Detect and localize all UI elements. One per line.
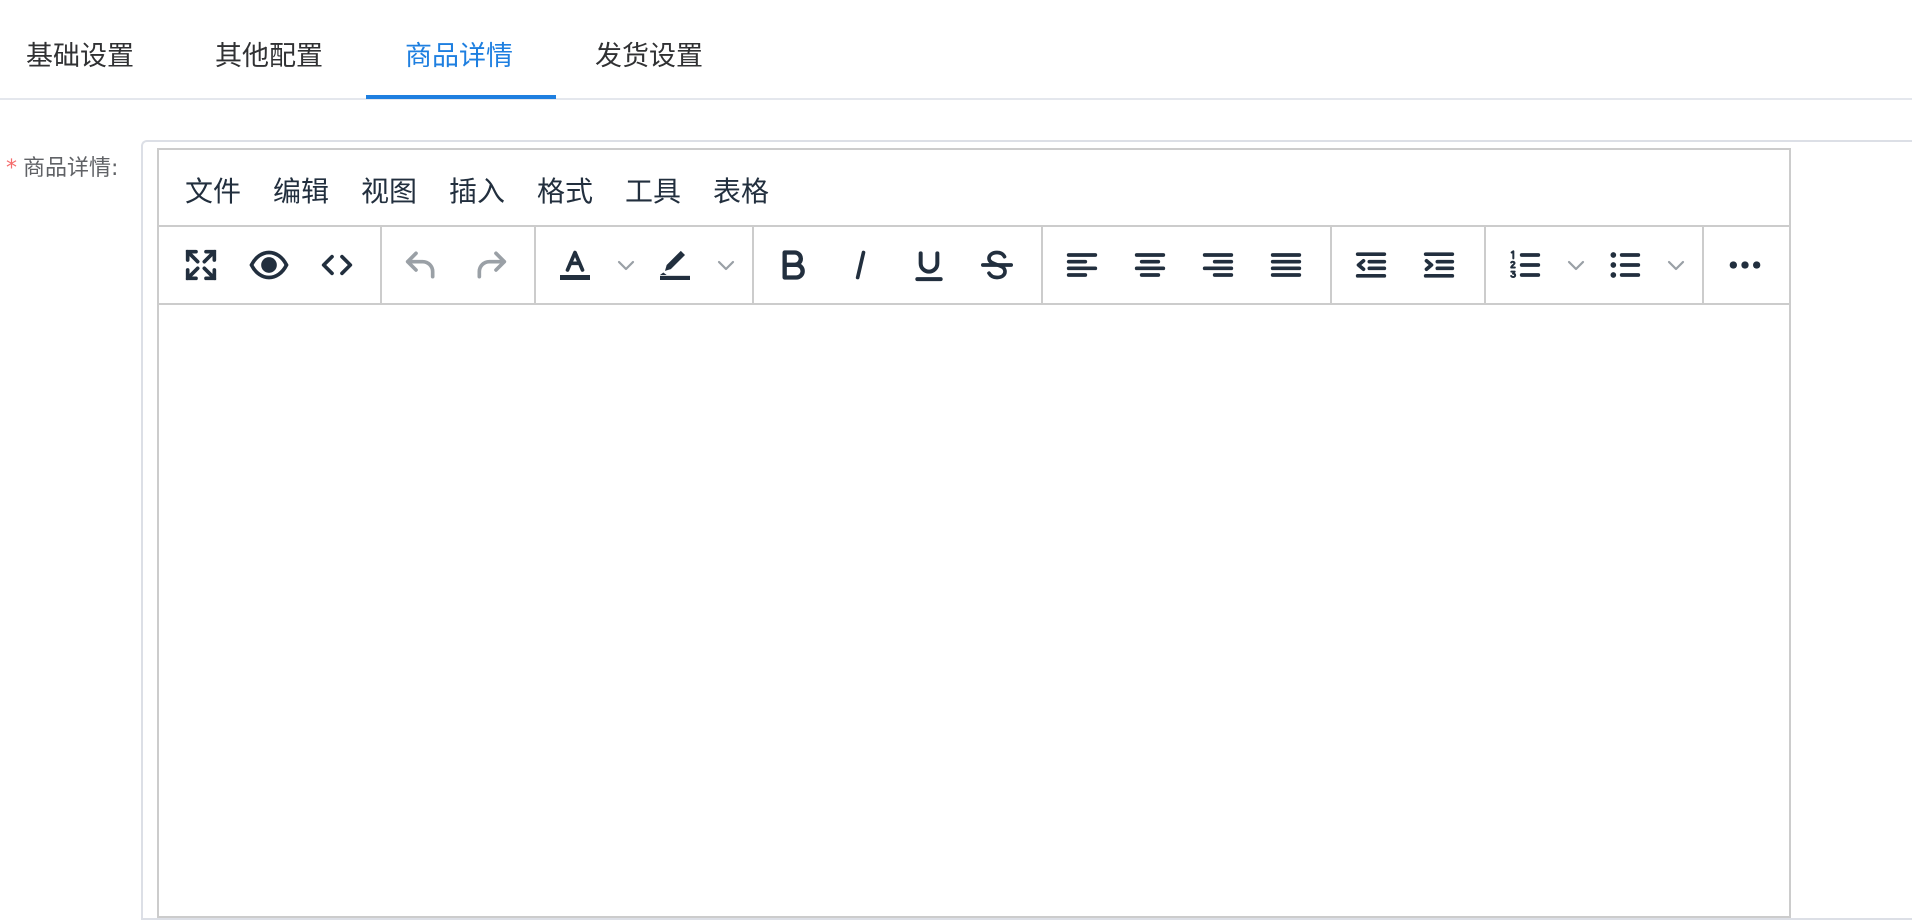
bullet-list-icon: [1610, 252, 1641, 278]
editor-toolbar: [159, 227, 1789, 305]
outdent-button[interactable]: [1345, 241, 1397, 289]
underline-button[interactable]: [903, 241, 955, 289]
code-icon: [321, 254, 353, 276]
menu-format[interactable]: 格式: [537, 170, 593, 210]
align-center-button[interactable]: [1124, 241, 1176, 289]
bold-button[interactable]: [767, 241, 819, 289]
redo-button[interactable]: [465, 241, 517, 289]
rich-text-editor: 文件 编辑 视图 插入 格式 工具 表格: [157, 148, 1791, 918]
highlight-color-button[interactable]: [649, 241, 701, 289]
fullscreen-button[interactable]: [175, 241, 227, 289]
chevron-down-icon: [1667, 260, 1685, 271]
strikethrough-button[interactable]: [971, 241, 1023, 289]
label-text: 商品详情:: [23, 156, 119, 181]
align-right-icon: [1202, 253, 1234, 277]
fullscreen-icon: [185, 249, 217, 281]
indent-icon: [1423, 252, 1455, 278]
editor-content-area[interactable]: [159, 305, 1789, 918]
highlight-color-dropdown[interactable]: [711, 249, 741, 281]
menu-edit[interactable]: 编辑: [273, 170, 329, 210]
redo-icon: [477, 251, 507, 279]
align-center-icon: [1134, 253, 1166, 277]
tab-product-details[interactable]: 商品详情: [405, 36, 513, 100]
toolbar-separator: [752, 227, 754, 303]
menu-table[interactable]: 表格: [713, 170, 769, 210]
align-justify-icon: [1270, 253, 1302, 277]
toolbar-separator: [534, 227, 536, 303]
bold-icon: [782, 250, 805, 280]
preview-button[interactable]: [243, 241, 295, 289]
tab-bar: 基础设置 其他配置 商品详情 发货设置: [0, 0, 1912, 100]
more-button[interactable]: [1719, 241, 1771, 289]
numbered-list-button[interactable]: [1499, 241, 1551, 289]
outdent-icon: [1355, 252, 1387, 278]
indent-button[interactable]: [1413, 241, 1465, 289]
strikethrough-icon: [981, 250, 1013, 280]
source-code-button[interactable]: [311, 241, 363, 289]
bullet-list-button[interactable]: [1599, 241, 1651, 289]
align-left-button[interactable]: [1056, 241, 1108, 289]
chevron-down-icon: [1567, 260, 1585, 271]
underline-icon: [915, 251, 943, 282]
undo-button[interactable]: [395, 241, 447, 289]
toolbar-separator: [1702, 227, 1704, 303]
numbered-list-icon: [1510, 250, 1541, 278]
align-right-button[interactable]: [1192, 241, 1244, 289]
chevron-down-icon: [717, 260, 735, 271]
tab-basic-settings[interactable]: 基础设置: [26, 36, 134, 100]
italic-button[interactable]: [835, 241, 887, 289]
tab-shipping-settings[interactable]: 发货设置: [595, 36, 703, 100]
numbered-list-dropdown[interactable]: [1561, 249, 1591, 281]
editor-menubar: 文件 编辑 视图 插入 格式 工具 表格: [159, 150, 1789, 227]
text-color-dropdown[interactable]: [611, 249, 641, 281]
undo-icon: [405, 251, 435, 279]
toolbar-separator: [1041, 227, 1043, 303]
align-left-icon: [1066, 253, 1098, 277]
menu-view[interactable]: 视图: [361, 170, 417, 210]
required-mark: *: [6, 156, 17, 181]
tab-other-config[interactable]: 其他配置: [215, 36, 323, 100]
active-tab-indicator: [366, 95, 556, 99]
toolbar-separator: [1484, 227, 1486, 303]
product-details-label: * 商品详情:: [6, 150, 118, 182]
align-justify-button[interactable]: [1260, 241, 1312, 289]
chevron-down-icon: [617, 260, 635, 271]
menu-file[interactable]: 文件: [185, 170, 241, 210]
highlight-color-icon: [660, 250, 690, 280]
menu-tools[interactable]: 工具: [625, 170, 681, 210]
toolbar-separator: [1330, 227, 1332, 303]
preview-icon: [249, 250, 289, 280]
italic-icon: [855, 250, 866, 280]
more-icon: [1729, 261, 1761, 269]
toolbar-separator: [380, 227, 382, 303]
text-color-icon: [560, 250, 590, 280]
menu-insert[interactable]: 插入: [449, 170, 505, 210]
text-color-button[interactable]: [549, 241, 601, 289]
bullet-list-dropdown[interactable]: [1661, 249, 1691, 281]
